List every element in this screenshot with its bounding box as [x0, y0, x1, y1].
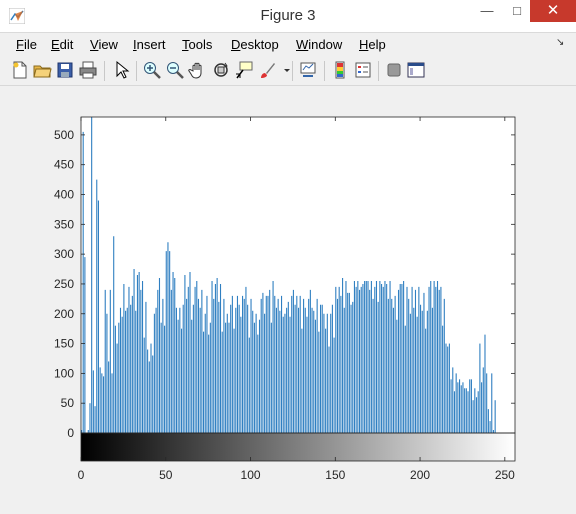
- y-tick-label: 350: [54, 217, 74, 231]
- y-tick-label: 300: [54, 247, 74, 261]
- grayscale-colorbar: [81, 433, 515, 461]
- y-tick-label: 50: [61, 396, 75, 410]
- histogram-plot: 0 50 100 150 200 250 300 350 400 450 500 0 50 100 150 2…: [54, 116, 516, 482]
- x-tick-label: 150: [325, 468, 345, 482]
- y-tick-label: 150: [54, 337, 74, 351]
- y-tick-label: 100: [54, 366, 74, 380]
- y-tick-label: 0: [67, 426, 74, 440]
- x-tick-label: 250: [495, 468, 515, 482]
- x-tick-label: 50: [159, 468, 173, 482]
- y-tick-label: 500: [54, 128, 74, 142]
- x-tick-label: 200: [410, 468, 430, 482]
- y-tick-label: 200: [54, 307, 74, 321]
- y-tick-label: 400: [54, 188, 74, 202]
- y-tick-label: 250: [54, 277, 74, 291]
- y-tick-label: 450: [54, 158, 74, 172]
- x-tick-label: 0: [78, 468, 85, 482]
- x-tick-label: 100: [241, 468, 261, 482]
